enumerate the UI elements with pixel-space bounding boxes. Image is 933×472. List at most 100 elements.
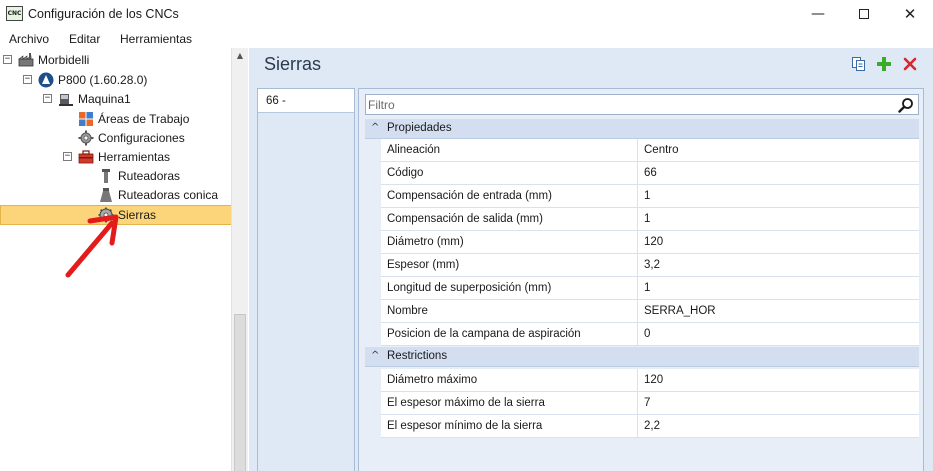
property-value[interactable]: 1 — [644, 190, 650, 202]
property-row[interactable]: El espesor máximo de la sierra 7 — [365, 392, 919, 415]
tool-list-empty-area — [258, 113, 354, 471]
category-label: Restrictions — [387, 350, 448, 362]
menu-herramientas[interactable]: Herramientas — [120, 32, 192, 46]
scroll-up-arrow-icon[interactable]: ▲ — [234, 51, 246, 61]
property-name: Posicion de la campana de aspiración — [387, 328, 581, 340]
scrollbar-thumb[interactable] — [234, 314, 246, 472]
tree-item-router[interactable]: Ruteadoras — [118, 169, 180, 183]
column-divider — [637, 369, 638, 392]
row-gutter — [365, 139, 381, 162]
property-name: Diámetro (mm) — [387, 236, 464, 248]
maximize-icon — [859, 9, 869, 19]
property-name: Longitud de superposición (mm) — [387, 282, 552, 294]
close-button[interactable]: ✕ — [887, 0, 933, 28]
expander-collapse[interactable]: − — [23, 75, 32, 84]
app-icon: CNC — [6, 6, 23, 21]
property-value[interactable]: 120 — [644, 374, 663, 386]
row-gutter — [365, 369, 381, 392]
tree-item-morbidelli[interactable]: Morbidelli — [38, 53, 89, 67]
property-name: Alineación — [387, 144, 441, 156]
expander-collapse[interactable]: − — [63, 152, 72, 161]
property-row[interactable]: Posicion de la campana de aspiración 0 — [365, 323, 919, 346]
property-name: Nombre — [387, 305, 428, 317]
gear-icon — [78, 130, 94, 146]
factory-icon — [18, 53, 34, 67]
category-propiedades[interactable]: ^ Propiedades — [365, 119, 919, 139]
property-row[interactable]: Espesor (mm) 3,2 — [365, 254, 919, 277]
tree-item-tools[interactable]: Herramientas — [98, 150, 170, 164]
maximize-button[interactable] — [841, 0, 887, 28]
property-row[interactable]: Alineación Centro — [365, 139, 919, 162]
property-value[interactable]: 2,2 — [644, 420, 660, 432]
tab-serra-hor[interactable]: 66 - SERRA_HOR — [258, 89, 354, 131]
menu-editar[interactable]: Editar — [69, 32, 100, 46]
tree-scrollbar[interactable]: ▲ — [231, 48, 248, 472]
property-row[interactable]: Compensación de salida (mm) 1 — [365, 208, 919, 231]
property-name: Diámetro máximo — [387, 374, 478, 386]
property-value[interactable]: 0 — [644, 328, 650, 340]
tree-item-p800[interactable]: P800 (1.60.28.0) — [58, 73, 147, 87]
property-row[interactable]: Compensación de entrada (mm) 1 — [365, 185, 919, 208]
expander-collapse[interactable]: − — [43, 94, 52, 103]
expander-collapse[interactable]: − — [3, 55, 12, 64]
copy-icon — [852, 57, 865, 71]
property-value[interactable]: 3,2 — [644, 259, 660, 271]
property-value[interactable]: Centro — [644, 144, 679, 156]
search-icon[interactable] — [898, 97, 914, 113]
property-row[interactable]: Nombre SERRA_HOR — [365, 300, 919, 323]
property-value[interactable]: 1 — [644, 213, 650, 225]
close-icon: ✕ — [903, 5, 917, 23]
row-gutter — [365, 162, 381, 185]
delete-button[interactable] — [902, 56, 918, 72]
column-divider — [637, 185, 638, 208]
property-row[interactable]: Código 66 — [365, 162, 919, 185]
row-gutter — [365, 300, 381, 323]
row-gutter — [365, 415, 381, 438]
property-name: Espesor (mm) — [387, 259, 460, 271]
property-row[interactable]: Longitud de superposición (mm) 1 — [365, 277, 919, 300]
filter-input[interactable] — [368, 96, 888, 113]
tree-item-work-areas[interactable]: Áreas de Trabajo — [98, 112, 189, 126]
column-divider — [637, 392, 638, 415]
page-title: Sierras — [264, 54, 322, 74]
menu-archivo[interactable]: Archivo — [9, 32, 49, 46]
column-divider — [637, 139, 638, 162]
column-divider — [637, 323, 638, 346]
column-divider — [637, 162, 638, 185]
machine-icon — [59, 94, 73, 106]
category-restrictions[interactable]: ^ Restrictions — [365, 347, 919, 367]
property-grid: ^ Propiedades Alineación Centro Código 6… — [358, 88, 924, 472]
add-button[interactable] — [876, 56, 892, 72]
column-divider — [637, 415, 638, 438]
chevron-up-icon[interactable]: ^ — [371, 350, 379, 361]
property-name: Compensación de salida (mm) — [387, 213, 543, 225]
work-area-icon — [79, 112, 93, 126]
row-gutter — [365, 392, 381, 415]
machine-brand-icon — [38, 72, 54, 88]
column-divider — [637, 231, 638, 254]
property-value[interactable]: 7 — [644, 397, 650, 409]
content-area: Sierras 66 - SERRA_HOR — [249, 48, 933, 472]
tree-item-configurations[interactable]: Configuraciones — [98, 131, 185, 145]
column-divider — [637, 300, 638, 323]
window-title: Configuración de los CNCs — [28, 7, 179, 21]
row-gutter — [365, 231, 381, 254]
property-value[interactable]: 66 — [644, 167, 657, 179]
toolbox-icon — [78, 150, 94, 164]
property-value[interactable]: 1 — [644, 282, 650, 294]
minimize-button[interactable]: — — [795, 0, 841, 28]
property-value[interactable]: SERRA_HOR — [644, 305, 716, 317]
filter-box — [365, 94, 919, 115]
property-value[interactable]: 120 — [644, 236, 663, 248]
property-row[interactable]: El espesor mínimo de la sierra 2,2 — [365, 415, 919, 438]
minimize-icon: — — [811, 6, 825, 22]
property-name: El espesor mínimo de la sierra — [387, 420, 543, 432]
chevron-up-icon[interactable]: ^ — [371, 122, 379, 133]
tree-item-router-conic[interactable]: Ruteadoras conica — [118, 188, 218, 202]
property-row[interactable]: Diámetro (mm) 120 — [365, 231, 919, 254]
add-icon — [877, 57, 891, 71]
copy-button[interactable] — [851, 56, 867, 72]
tree-item-maquina1[interactable]: Maquina1 — [78, 92, 131, 106]
property-row[interactable]: Diámetro máximo 120 — [365, 369, 919, 392]
property-name: El espesor máximo de la sierra — [387, 397, 545, 409]
